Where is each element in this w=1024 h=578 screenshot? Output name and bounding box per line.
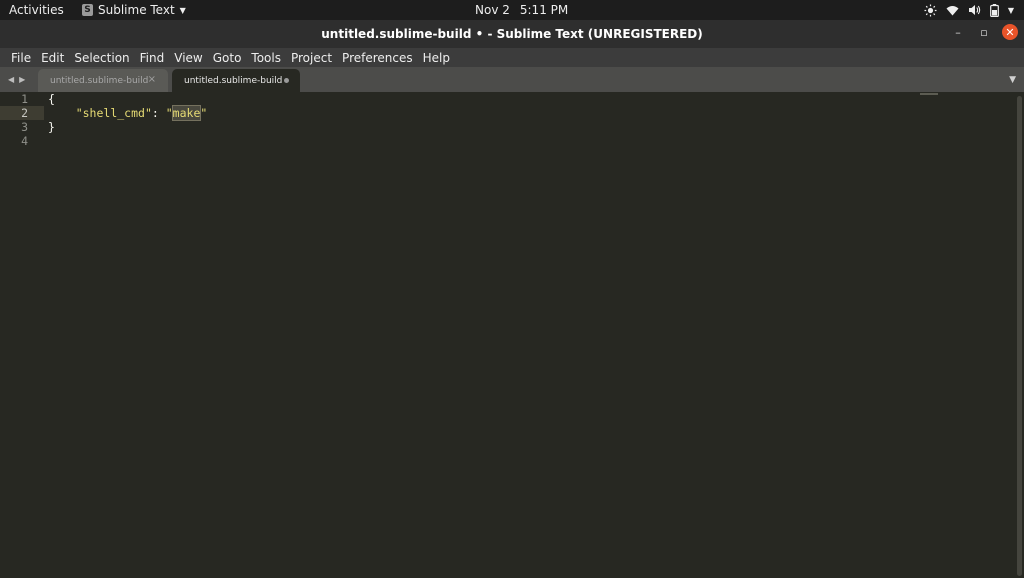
brightness-icon[interactable]: [924, 4, 937, 17]
tab-bar: ◀ ▶ untitled.sublime-build × untitled.su…: [0, 67, 1024, 92]
tab-label: untitled.sublime-build: [50, 75, 149, 86]
menu-view[interactable]: View: [169, 51, 207, 65]
battery-icon[interactable]: [989, 3, 999, 17]
system-top-bar: Activities S Sublime Text ▼ Nov 2 5:11 P…: [0, 0, 1024, 20]
menu-bar: File Edit Selection Find View Goto Tools…: [0, 48, 1024, 67]
line-number: 1: [21, 92, 28, 106]
wifi-icon[interactable]: [946, 5, 959, 16]
menu-edit[interactable]: Edit: [36, 51, 69, 65]
clock-time: 5:11 PM: [519, 3, 569, 17]
menu-preferences[interactable]: Preferences: [337, 51, 418, 65]
activities-button[interactable]: Activities: [9, 3, 64, 17]
tab-untitled-sublime-build-2[interactable]: untitled.sublime-build: [172, 69, 300, 92]
json-value-selected: make: [171, 105, 202, 121]
app-menu[interactable]: S Sublime Text ▼: [82, 2, 186, 18]
editor-area[interactable]: 1 2 3 4 { "shell_cmd": "make" }: [0, 92, 1024, 578]
minimize-button[interactable]: –: [950, 24, 966, 40]
menu-selection[interactable]: Selection: [69, 51, 134, 65]
clock-date: Nov 2: [475, 3, 510, 17]
menu-find[interactable]: Find: [135, 51, 170, 65]
close-button[interactable]: ✕: [1002, 24, 1018, 40]
menu-file[interactable]: File: [6, 51, 36, 65]
quote: ": [200, 106, 208, 120]
menu-tools[interactable]: Tools: [246, 51, 286, 65]
tab-close-icon[interactable]: ×: [148, 74, 156, 85]
vertical-scrollbar[interactable]: [1017, 96, 1022, 576]
system-tray[interactable]: ▼: [924, 2, 1014, 18]
code-line: "shell_cmd": "make": [48, 105, 208, 121]
window-title: untitled.sublime-build • - Sublime Text …: [321, 27, 703, 41]
tab-untitled-sublime-build-1[interactable]: untitled.sublime-build ×: [38, 69, 168, 92]
quote: ": [165, 106, 173, 120]
window-controls: – ▫ ✕: [950, 24, 1018, 40]
colon: :: [151, 106, 166, 120]
clock[interactable]: Nov 2 5:11 PM: [475, 3, 568, 17]
window-title-bar[interactable]: untitled.sublime-build • - Sublime Text …: [0, 20, 1024, 48]
chevron-down-icon: ▼: [179, 5, 186, 15]
tab-prev-icon[interactable]: ◀: [8, 75, 14, 84]
menu-help[interactable]: Help: [418, 51, 455, 65]
system-menu-caret-icon[interactable]: ▼: [1008, 6, 1014, 15]
json-key: "shell_cmd": [75, 106, 152, 120]
volume-icon[interactable]: [968, 4, 981, 16]
tab-next-icon[interactable]: ▶: [19, 75, 25, 84]
code-line: {: [48, 92, 55, 106]
minimap[interactable]: [920, 93, 938, 95]
unsaved-dot-icon[interactable]: [284, 78, 289, 83]
tab-navigation: ◀ ▶: [8, 75, 25, 84]
line-number-gutter: 1 2 3 4: [0, 92, 44, 578]
code-line: }: [48, 120, 55, 134]
menu-goto[interactable]: Goto: [208, 51, 247, 65]
line-number: 4: [21, 134, 28, 148]
line-number: 2: [21, 106, 28, 120]
tab-list-dropdown-icon[interactable]: ▼: [1009, 75, 1016, 85]
app-menu-label: Sublime Text: [98, 3, 175, 17]
menu-project[interactable]: Project: [286, 51, 337, 65]
close-brace: }: [48, 120, 55, 134]
restore-button[interactable]: ▫: [976, 24, 992, 40]
sublime-text-icon: S: [82, 4, 93, 16]
open-brace: {: [48, 92, 55, 106]
tab-label: untitled.sublime-build: [184, 75, 283, 86]
line-number: 3: [21, 120, 28, 134]
